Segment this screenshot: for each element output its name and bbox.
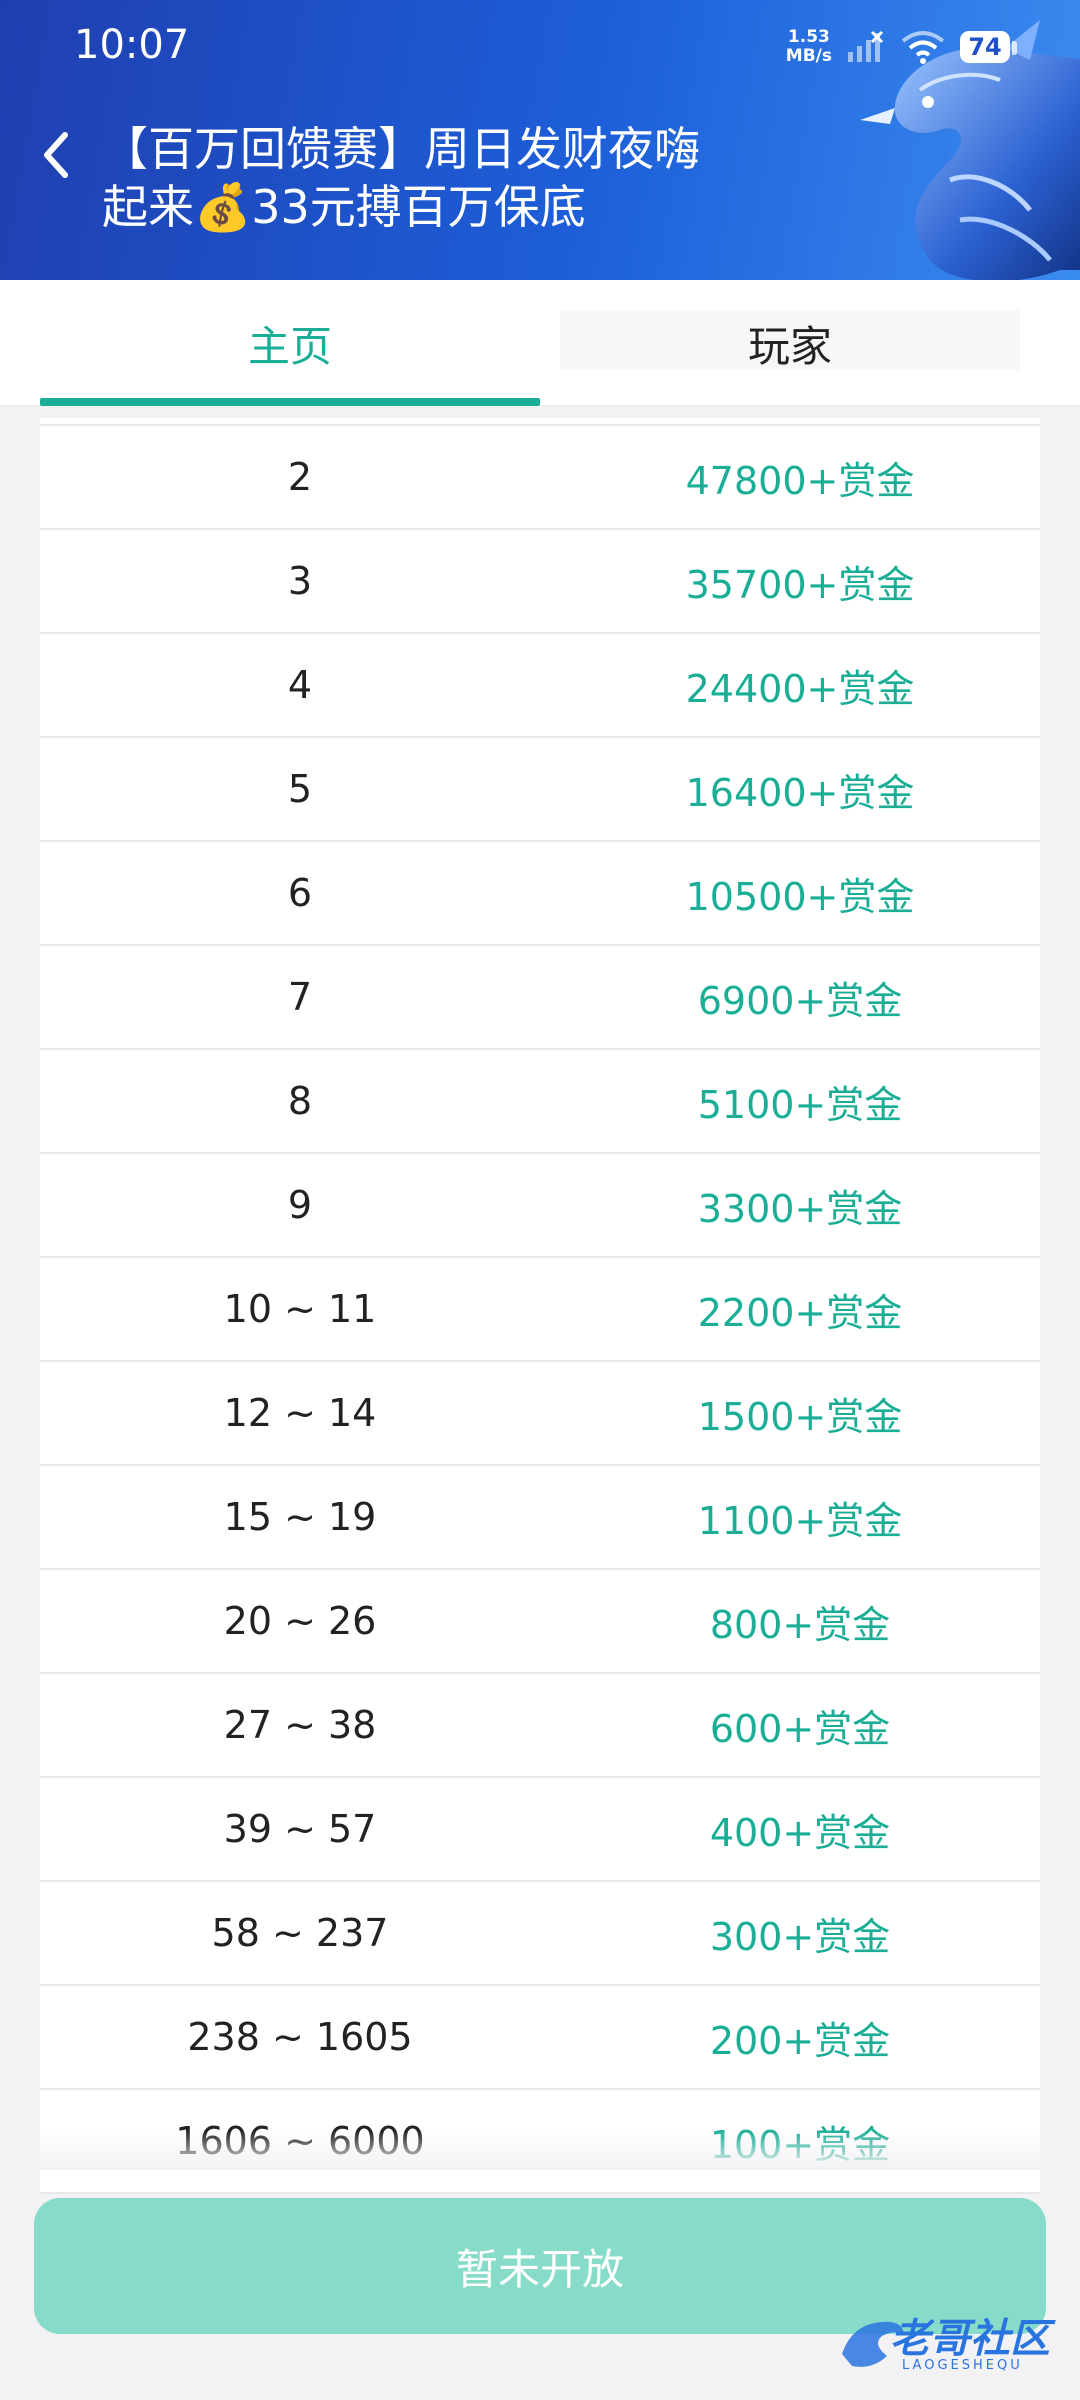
wifi-icon (901, 31, 945, 64)
table-row: 2 47800+赏金 (40, 426, 1040, 530)
prize-cell: 5100+赏金 (697, 1082, 903, 1127)
table-row: 5 16400+赏金 (40, 738, 1040, 842)
table-row: 238 ~ 1605 200+赏金 (40, 1986, 1040, 2090)
battery-icon: 74 (960, 31, 1017, 63)
prize-cell: 24400+赏金 (685, 666, 915, 711)
prize-cell: 6900+赏金 (697, 978, 903, 1023)
rank-cell: 5 (287, 767, 313, 811)
rank-cell: 4 (287, 663, 313, 707)
network-speed-value: 1.53 (787, 27, 830, 47)
table-row: 8 5100+赏金 (40, 1050, 1040, 1154)
prize-cell: 400+赏金 (709, 1810, 891, 1855)
chevron-left-icon (44, 132, 68, 178)
prize-cell: 800+赏金 (709, 1602, 891, 1647)
prize-cell: 2200+赏金 (697, 1290, 903, 1335)
table-row: 27 ~ 38 600+赏金 (40, 1674, 1040, 1778)
prize-cell: 35700+赏金 (685, 562, 915, 607)
table-row: 7 6900+赏金 (40, 946, 1040, 1050)
header-banner: 10:07 1.53 MB/s 74 【百万回馈赛】周日发财夜嗨 起来💰33元搏… (0, 0, 1080, 280)
rank-cell: 238 ~ 1605 (187, 2015, 413, 2059)
rank-cell: 39 ~ 57 (223, 1807, 377, 1851)
prize-cell: 200+赏金 (709, 2018, 891, 2063)
rank-cell: 6 (287, 871, 313, 915)
watermark-subtext: LAOGESHEQU (902, 2358, 1023, 2373)
status-time: 10:07 (74, 22, 190, 68)
network-speed-unit: MB/s (785, 46, 832, 66)
rank-cell: 27 ~ 38 (223, 1703, 377, 1747)
table-row: 3 35700+赏金 (40, 530, 1040, 634)
prize-cell: 16400+赏金 (685, 770, 915, 815)
prize-cell: 300+赏金 (709, 1914, 891, 1959)
rank-cell: 8 (287, 1079, 313, 1123)
page-title-line1: 【百万回馈赛】周日发财夜嗨 (102, 122, 700, 176)
tab-home[interactable]: 主页 (40, 280, 540, 406)
table-row: 9 3300+赏金 (40, 1154, 1040, 1258)
rank-cell: 12 ~ 14 (223, 1391, 377, 1435)
rank-cell: 9 (287, 1183, 313, 1227)
prize-cell: 3300+赏金 (697, 1186, 903, 1231)
prize-cell: 600+赏金 (709, 1706, 891, 1751)
table-row: 6 10500+赏金 (40, 842, 1040, 946)
page-title-line2: 起来💰33元搏百万保底 (102, 180, 586, 234)
tab-home-label: 主页 (247, 321, 332, 371)
watermark-logo: 老哥社区 LAOGESHEQU (832, 2300, 1068, 2390)
table-row: 10 ~ 11 2200+赏金 (40, 1258, 1040, 1362)
watermark-text: 老哥社区 (890, 2316, 1050, 2362)
scroll-fade (40, 2130, 1040, 2170)
status-icons: 1.53 MB/s 74 (786, 22, 1017, 72)
prize-cell: 10500+赏金 (685, 874, 915, 919)
tab-players[interactable]: 玩家 (560, 280, 1020, 406)
table-row: 4 24400+赏金 (40, 634, 1040, 738)
table-row: 20 ~ 26 800+赏金 (40, 1570, 1040, 1674)
network-speed: 1.53 MB/s (786, 28, 832, 66)
rank-cell: 58 ~ 237 (211, 1911, 389, 1955)
rank-cell: 3 (287, 559, 313, 603)
rank-cell: 7 (287, 975, 313, 1019)
prize-table: 2 47800+赏金 3 35700+赏金 4 24400+赏金 5 16400+赏金 6 105… (40, 418, 1040, 2194)
table-row: 15 ~ 19 1100+赏金 (40, 1466, 1040, 1570)
rank-cell: 15 ~ 19 (223, 1495, 377, 1539)
rank-cell: 2 (287, 455, 313, 499)
rank-cell: 10 ~ 11 (223, 1287, 377, 1331)
tab-players-label: 玩家 (747, 321, 832, 371)
back-button[interactable] (26, 120, 86, 190)
prize-cell: 1500+赏金 (697, 1394, 903, 1439)
prize-cell: 47800+赏金 (685, 458, 915, 503)
tab-active-indicator (40, 398, 540, 406)
prize-cell: 1100+赏金 (697, 1498, 903, 1543)
page-title: 【百万回馈赛】周日发财夜嗨 起来💰33元搏百万保底 (102, 120, 782, 236)
table-row: 58 ~ 237 300+赏金 (40, 1882, 1040, 1986)
table-row: 12 ~ 14 1500+赏金 (40, 1362, 1040, 1466)
rank-cell: 20 ~ 26 (223, 1599, 377, 1643)
tab-bar: 主页 玩家 (0, 280, 1080, 406)
table-row-partial (40, 418, 1040, 426)
cell-signal-icon (848, 30, 884, 62)
table-row: 39 ~ 57 400+赏金 (40, 1778, 1040, 1882)
